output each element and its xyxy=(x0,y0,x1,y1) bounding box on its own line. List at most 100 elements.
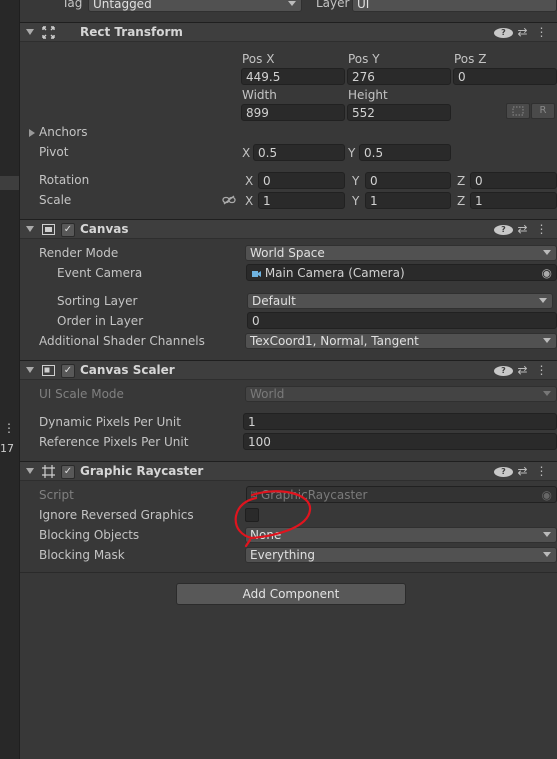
height-label: Height xyxy=(348,88,388,102)
blueprint-mode-button[interactable] xyxy=(506,103,530,119)
rotation-label: Rotation xyxy=(39,173,90,187)
rot-x-axis-label: X xyxy=(245,174,254,188)
pivot-y-axis-label: Y xyxy=(348,146,356,160)
dynamic-ppu-label: Dynamic Pixels Per Unit xyxy=(39,415,181,429)
raw-edit-button[interactable]: R xyxy=(531,103,555,119)
component-enabled-checkbox[interactable]: ✓ xyxy=(61,364,75,378)
left-panel-menu-icon[interactable]: ⋮ xyxy=(3,421,15,435)
help-icon[interactable]: ? xyxy=(494,464,513,478)
scale-y-field[interactable]: 1 xyxy=(365,192,451,209)
preset-sliders-icon[interactable]: ⇄ xyxy=(513,464,532,478)
chevron-down-icon xyxy=(543,391,551,396)
tag-value: Untagged xyxy=(93,0,152,11)
order-in-layer-field[interactable]: 0 xyxy=(247,312,557,329)
posz-label: Pos Z xyxy=(454,52,487,66)
preset-sliders-icon[interactable]: ⇄ xyxy=(513,363,532,377)
rot-x-field[interactable]: 0 xyxy=(258,172,345,189)
component-title: Canvas Scaler xyxy=(80,363,175,377)
rect-transform-icon xyxy=(42,26,55,39)
reference-ppu-label: Reference Pixels Per Unit xyxy=(39,435,189,449)
foldout-arrow-icon[interactable] xyxy=(26,468,34,474)
render-mode-dropdown[interactable]: World Space xyxy=(245,245,557,261)
posy-field[interactable]: 276 xyxy=(347,68,451,85)
chevron-down-icon xyxy=(543,532,551,537)
component-header-icons: ? ⇄ ⋮ xyxy=(494,464,551,478)
left-panel-number: 17 xyxy=(0,442,14,455)
preset-sliders-icon[interactable]: ⇄ xyxy=(513,25,532,39)
event-camera-field[interactable]: Main Camera (Camera) ◉ xyxy=(246,264,557,281)
add-component-button[interactable]: Add Component xyxy=(176,583,406,605)
component-header-icons: ? ⇄ ⋮ xyxy=(494,25,551,39)
anchors-label[interactable]: Anchors xyxy=(39,125,88,139)
blocking-mask-label: Blocking Mask xyxy=(39,548,125,562)
help-icon[interactable]: ? xyxy=(494,222,513,236)
canvas-header[interactable]: ✓ Canvas ? ⇄ ⋮ xyxy=(20,219,557,239)
foldout-arrow-icon[interactable] xyxy=(26,29,34,35)
pivot-y-field[interactable]: 0.5 xyxy=(359,144,451,161)
help-icon[interactable]: ? xyxy=(494,25,513,39)
scale-z-field[interactable]: 1 xyxy=(470,192,557,209)
rot-y-field[interactable]: 0 xyxy=(365,172,451,189)
canvas-icon xyxy=(42,224,55,235)
canvas-scaler-header[interactable]: ✓ Canvas Scaler ? ⇄ ⋮ xyxy=(20,360,557,380)
graphic-raycaster-header[interactable]: ✓ Graphic Raycaster ? ⇄ ⋮ xyxy=(20,461,557,481)
object-picker-icon[interactable]: ◉ xyxy=(542,265,552,280)
shader-channels-value: TexCoord1, Normal, Tangent xyxy=(250,334,419,348)
component-header-icons: ? ⇄ ⋮ xyxy=(494,363,551,377)
ignore-reversed-label: Ignore Reversed Graphics xyxy=(39,508,194,522)
sorting-layer-dropdown[interactable]: Default xyxy=(247,293,553,309)
width-field[interactable]: 899 xyxy=(241,104,345,121)
ui-scale-mode-dropdown: World xyxy=(245,386,557,402)
layer-dropdown[interactable]: UI xyxy=(352,0,557,12)
tag-label: Tag xyxy=(62,0,83,10)
rot-z-field[interactable]: 0 xyxy=(470,172,557,189)
reference-ppu-field[interactable]: 100 xyxy=(243,433,557,450)
more-options-icon[interactable]: ⋮ xyxy=(532,25,551,39)
canvas-scaler-icon xyxy=(42,365,55,376)
chevron-down-icon xyxy=(543,338,551,343)
component-enabled-checkbox[interactable]: ✓ xyxy=(61,223,75,237)
component-enabled-checkbox[interactable]: ✓ xyxy=(61,465,75,479)
shader-channels-dropdown[interactable]: TexCoord1, Normal, Tangent xyxy=(245,333,557,349)
pivot-x-field[interactable]: 0.5 xyxy=(253,144,345,161)
render-mode-value: World Space xyxy=(250,246,325,260)
left-panel-selection xyxy=(0,176,19,190)
sorting-layer-value: Default xyxy=(252,294,296,308)
rect-transform-header[interactable]: Rect Transform ? ⇄ ⋮ xyxy=(20,22,557,42)
posz-field[interactable]: 0 xyxy=(453,68,557,85)
foldout-arrow-icon[interactable] xyxy=(26,226,34,232)
chevron-down-icon xyxy=(543,552,551,557)
help-icon[interactable]: ? xyxy=(494,363,513,377)
layer-label: Layer xyxy=(316,0,350,10)
anchors-foldout-icon[interactable] xyxy=(29,129,35,137)
constrain-proportions-link-icon[interactable] xyxy=(222,195,236,205)
tag-dropdown[interactable]: Untagged xyxy=(88,0,302,12)
posx-label: Pos X xyxy=(242,52,275,66)
height-field[interactable]: 552 xyxy=(347,104,451,121)
component-title: Rect Transform xyxy=(80,25,183,39)
dynamic-ppu-field[interactable]: 1 xyxy=(243,413,557,430)
component-list-divider xyxy=(20,572,557,573)
left-panel-strip: ⋮ 17 xyxy=(0,0,20,759)
rot-z-axis-label: Z xyxy=(457,174,466,188)
chevron-down-icon xyxy=(539,298,547,303)
dotted-rect-icon xyxy=(512,106,524,116)
component-title: Graphic Raycaster xyxy=(80,464,204,478)
more-options-icon[interactable]: ⋮ xyxy=(532,222,551,236)
object-picker-icon: ◉ xyxy=(541,488,552,502)
posx-field[interactable]: 449.5 xyxy=(241,68,345,85)
sorting-layer-label: Sorting Layer xyxy=(57,294,138,308)
width-label: Width xyxy=(242,88,277,102)
scale-x-axis-label: X xyxy=(245,194,254,208)
more-options-icon[interactable]: ⋮ xyxy=(532,464,551,478)
scale-y-axis-label: Y xyxy=(352,194,360,208)
more-options-icon[interactable]: ⋮ xyxy=(532,363,551,377)
script-label: Script xyxy=(39,488,74,502)
foldout-arrow-icon[interactable] xyxy=(26,367,34,373)
ui-scale-mode-value: World xyxy=(250,387,285,401)
camera-icon xyxy=(252,270,261,277)
blocking-objects-label: Blocking Objects xyxy=(39,528,140,542)
component-header-icons: ? ⇄ ⋮ xyxy=(494,222,551,236)
scale-x-field[interactable]: 1 xyxy=(258,192,345,209)
preset-sliders-icon[interactable]: ⇄ xyxy=(513,222,532,236)
